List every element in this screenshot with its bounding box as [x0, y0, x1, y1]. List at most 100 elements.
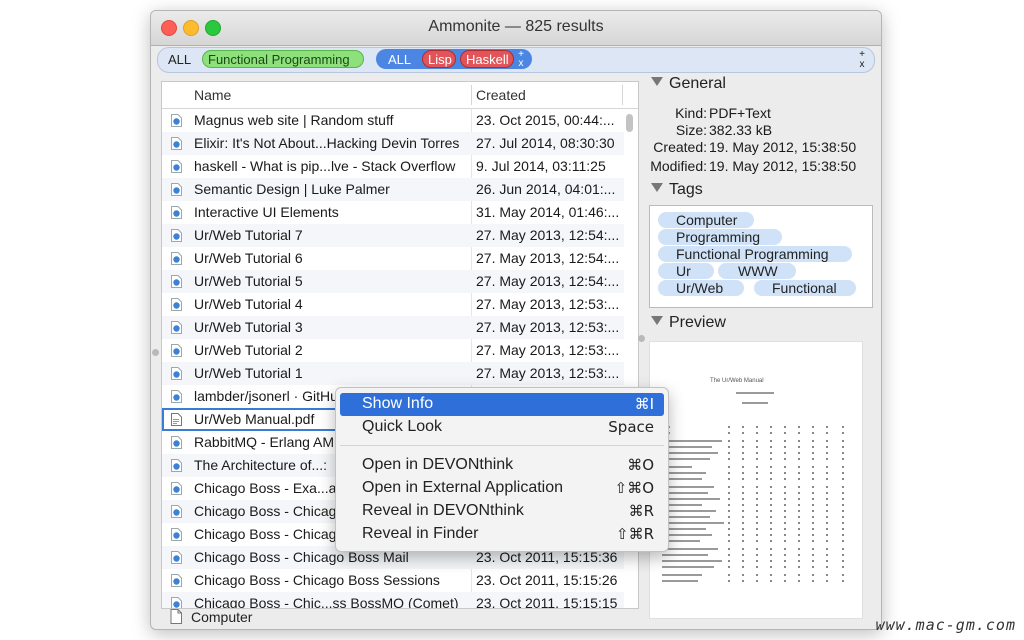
- preview-toc-dot: [812, 472, 814, 474]
- column-divider[interactable]: [622, 85, 623, 105]
- preview-toc-dot: [826, 554, 828, 556]
- preview-toc-dot: [770, 560, 772, 562]
- table-row[interactable]: Interactive UI Elements 31. May 2014, 01:…: [162, 201, 624, 224]
- preview-toc-dot: [728, 426, 730, 428]
- section-preview[interactable]: Preview: [651, 314, 726, 332]
- tag-chip[interactable]: Ur/Web: [658, 280, 744, 296]
- status-location: Computer: [191, 609, 253, 625]
- document-preview[interactable]: The Ur/Web Manual: [649, 341, 863, 619]
- query-bar[interactable]: ALL Functional Programming ALL Lisp Hask…: [157, 47, 875, 73]
- disclosure-triangle-icon[interactable]: [651, 77, 663, 86]
- tag-chip[interactable]: WWW: [718, 263, 796, 279]
- table-row[interactable]: Elixir: It's Not About...Hacking Devin T…: [162, 132, 624, 155]
- preview-toc-dot: [770, 528, 772, 530]
- table-row[interactable]: Ur/Web Tutorial 1 27. May 2013, 12:53:...: [162, 362, 624, 385]
- info-value: 382.33 kB: [709, 122, 773, 138]
- tag-haskell[interactable]: Haskell: [460, 50, 514, 68]
- tag-lisp[interactable]: Lisp: [422, 50, 456, 68]
- tag-chip[interactable]: Programming: [658, 229, 782, 245]
- group-remove-icon[interactable]: x: [517, 59, 525, 69]
- vertical-scrollbar-thumb[interactable]: [626, 114, 633, 132]
- preview-toc-dot: [770, 478, 772, 480]
- table-row[interactable]: Ur/Web Tutorial 4 27. May 2013, 12:53:...: [162, 293, 624, 316]
- table-row[interactable]: haskell - What is pip...lve - Stack Over…: [162, 155, 624, 178]
- disclosure-triangle-icon[interactable]: [651, 316, 663, 325]
- row-created: 27. May 2013, 12:53:...: [476, 319, 620, 335]
- row-name: Ur/Web Tutorial 2: [194, 342, 303, 358]
- preview-toc-dot: [784, 554, 786, 556]
- group-all-operator[interactable]: ALL: [388, 52, 411, 67]
- preview-toc-dot: [812, 574, 814, 576]
- inspector-split-handle[interactable]: [638, 335, 645, 342]
- preview-toc-line: [662, 548, 718, 550]
- query-group[interactable]: ALL Lisp Haskell + x: [376, 49, 532, 69]
- section-general[interactable]: General: [651, 75, 726, 93]
- preview-toc-dot: [812, 426, 814, 428]
- row-created: 27. May 2013, 12:54:...: [476, 227, 620, 243]
- menu-item-quick-look[interactable]: Quick Look Space: [340, 416, 664, 439]
- menu-item-show-info[interactable]: Show Info ⌘I: [340, 393, 664, 416]
- menu-item-open-in-external-application[interactable]: Open in External Application ⇧⌘O: [340, 477, 664, 500]
- tag-chip[interactable]: Functional Programming: [658, 246, 852, 262]
- preview-toc-dot: [728, 432, 730, 434]
- table-row[interactable]: Ur/Web Tutorial 7 27. May 2013, 12:54:...: [162, 224, 624, 247]
- row-name: Ur/Web Tutorial 7: [194, 227, 303, 243]
- tag-chip[interactable]: Functional: [754, 280, 856, 296]
- section-tags[interactable]: Tags: [651, 181, 703, 199]
- section-general-title: General: [669, 75, 726, 92]
- preview-toc-page: [842, 478, 844, 480]
- preview-toc-dot: [742, 498, 744, 500]
- table-row[interactable]: Chicago Boss - Chicago Boss Sessions 23. …: [162, 569, 624, 592]
- menu-item-shortcut: ⌘R: [628, 502, 654, 520]
- menu-item-reveal-in-finder[interactable]: Reveal in Finder ⇧⌘R: [340, 523, 664, 546]
- preview-toc-line: [662, 574, 702, 576]
- preview-toc-dot: [812, 534, 814, 536]
- preview-toc-dot: [798, 440, 800, 442]
- table-row[interactable]: Ur/Web Tutorial 6 27. May 2013, 12:54:...: [162, 247, 624, 270]
- table-row[interactable]: Ur/Web Tutorial 5 27. May 2013, 12:54:...: [162, 270, 624, 293]
- preview-toc-dot: [756, 528, 758, 530]
- preview-toc-dot: [826, 486, 828, 488]
- info-value: PDF+Text: [709, 105, 771, 121]
- preview-toc-dot: [812, 516, 814, 518]
- table-row[interactable]: Ur/Web Tutorial 2 27. May 2013, 12:53:...: [162, 339, 624, 362]
- menu-item-open-in-devonthink[interactable]: Open in DEVONthink ⌘O: [340, 454, 664, 477]
- preview-toc-dot: [742, 440, 744, 442]
- preview-toc-dot: [728, 492, 730, 494]
- tag-chip[interactable]: Ur: [658, 263, 714, 279]
- query-all-operator[interactable]: ALL: [168, 52, 191, 67]
- tags-field[interactable]: Computer Programming Functional Programm…: [649, 205, 873, 308]
- preview-toc-dot: [812, 440, 814, 442]
- tag-chip[interactable]: Computer: [658, 212, 754, 228]
- preview-toc-dot: [812, 458, 814, 460]
- preview-toc-dot: [742, 554, 744, 556]
- disclosure-triangle-icon[interactable]: [651, 183, 663, 192]
- preview-toc-dot: [798, 540, 800, 542]
- preview-toc-page: [842, 486, 844, 488]
- preview-toc-dot: [770, 522, 772, 524]
- preview-toc-dot: [812, 548, 814, 550]
- preview-toc-dot: [770, 466, 772, 468]
- web-bookmark-icon: [171, 551, 182, 564]
- row-name: Ur/Web Tutorial 6: [194, 250, 303, 266]
- column-header-created[interactable]: Created: [476, 87, 526, 103]
- column-divider[interactable]: [471, 85, 472, 105]
- preview-toc-page: [842, 466, 844, 468]
- column-header-name[interactable]: Name: [194, 87, 231, 103]
- preview-toc-dot: [770, 554, 772, 556]
- menu-item-label: Reveal in DEVONthink: [362, 502, 524, 519]
- web-bookmark-icon: [171, 436, 182, 449]
- preview-toc-dot: [784, 486, 786, 488]
- menu-item-reveal-in-devonthink[interactable]: Reveal in DEVONthink ⌘R: [340, 500, 664, 523]
- query-add-icon[interactable]: +: [858, 50, 866, 60]
- table-row[interactable]: Semantic Design | Luke Palmer 26. Jun 201…: [162, 178, 624, 201]
- preview-toc-page: [842, 426, 844, 428]
- web-bookmark-icon: [171, 137, 182, 150]
- preview-toc-dot: [812, 580, 814, 582]
- table-row[interactable]: Ur/Web Tutorial 3 27. May 2013, 12:53:...: [162, 316, 624, 339]
- tag-functional-programming[interactable]: Functional Programming: [202, 50, 364, 68]
- left-split-handle[interactable]: [152, 349, 159, 356]
- query-remove-icon[interactable]: x: [858, 60, 866, 70]
- preview-toc-dot: [728, 574, 730, 576]
- table-row[interactable]: Magnus web site | Random stuff 23. Oct 20…: [162, 109, 624, 132]
